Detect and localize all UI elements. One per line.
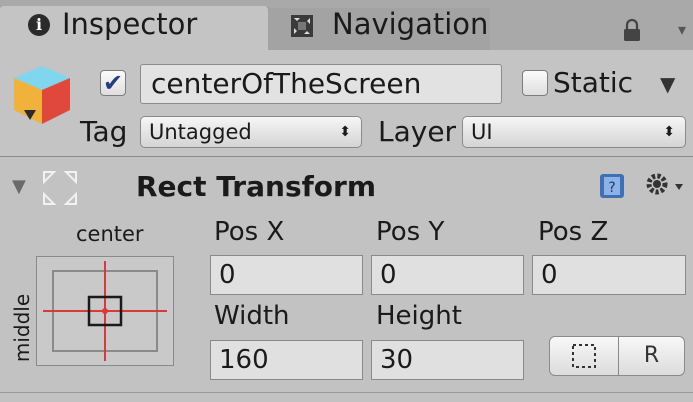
static-checkbox[interactable] [522,70,548,96]
tab-inspector-label: Inspector [62,7,198,41]
static-label: Static [553,66,634,99]
foldout-arrow-icon[interactable]: ▼ [12,176,26,197]
tab-navigation-label: Navigation [332,7,489,41]
lock-icon[interactable] [621,18,643,42]
component-title: Rect Transform [136,170,377,203]
blueprint-raw-group: R [549,336,685,376]
rect-transform-icon [43,171,77,205]
tab-menu-icon[interactable]: ▾ [678,20,686,39]
layer-value: UI [471,120,493,144]
pos-x-input[interactable]: 0 [210,255,363,295]
height-input[interactable]: 30 [371,340,524,380]
gear-icon[interactable] [643,170,685,202]
gameobject-cube-icon [14,66,70,124]
width-input[interactable]: 160 [210,340,363,380]
height-label: Height [376,301,462,331]
svg-text:?: ? [608,180,615,196]
active-checkbox[interactable]: ✔ [100,70,126,96]
tag-dropdown[interactable]: Untagged ⬍ [140,116,362,148]
info-icon: i [28,14,50,36]
navigation-icon [291,15,313,37]
anchor-horizontal-label: center [76,222,144,246]
width-label: Width [214,301,290,331]
pos-y-label: Pos Y [376,217,445,247]
anchor-preset-graphic [43,261,167,361]
blueprint-icon [572,344,596,368]
pos-y-input[interactable]: 0 [371,255,524,295]
tag-dropdown-arrow-icon: ⬍ [339,124,351,140]
gameobject-name-input[interactable]: centerOfTheScreen [140,64,502,104]
layer-dropdown[interactable]: UI ⬍ [462,116,686,148]
raw-edit-button[interactable]: R [619,337,684,375]
pos-x-label: Pos X [214,217,285,247]
tag-value: Untagged [149,120,252,144]
anchor-vertical-label: middle [10,293,34,363]
blueprint-mode-button[interactable] [550,337,619,375]
pos-z-input[interactable]: 0 [532,255,686,295]
layer-dropdown-arrow-icon: ⬍ [663,124,675,140]
anchor-preset-button[interactable] [36,256,174,366]
tag-label: Tag [80,115,128,148]
pos-z-label: Pos Z [538,217,609,247]
layer-label: Layer [378,115,457,148]
static-dropdown-icon[interactable]: ▼ [660,72,675,96]
help-book-icon[interactable]: ? [598,172,626,200]
